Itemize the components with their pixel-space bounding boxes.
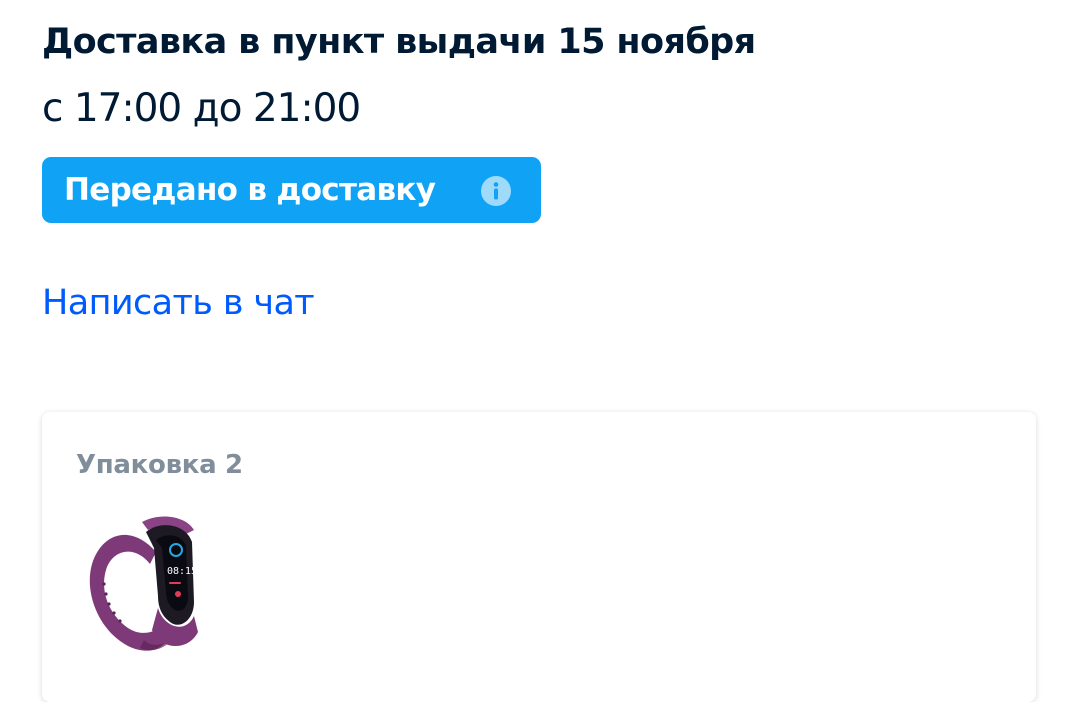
- status-label: Передано в доставку: [64, 172, 436, 208]
- package-title: Упаковка 2: [76, 450, 243, 480]
- write-to-chat-link[interactable]: Написать в чат: [42, 283, 315, 323]
- product-image-smart-band[interactable]: 08:15: [82, 512, 202, 662]
- delivery-status-badge[interactable]: Передано в доставку: [42, 157, 541, 223]
- package-card: Упаковка 2 08:15: [42, 412, 1036, 702]
- info-icon[interactable]: [480, 175, 512, 207]
- delivery-time-window: с 17:00 до 21:00: [42, 86, 361, 131]
- delivery-title: Доставка в пункт выдачи 15 ноября: [42, 22, 756, 62]
- band-screen-time: 08:15: [167, 566, 197, 577]
